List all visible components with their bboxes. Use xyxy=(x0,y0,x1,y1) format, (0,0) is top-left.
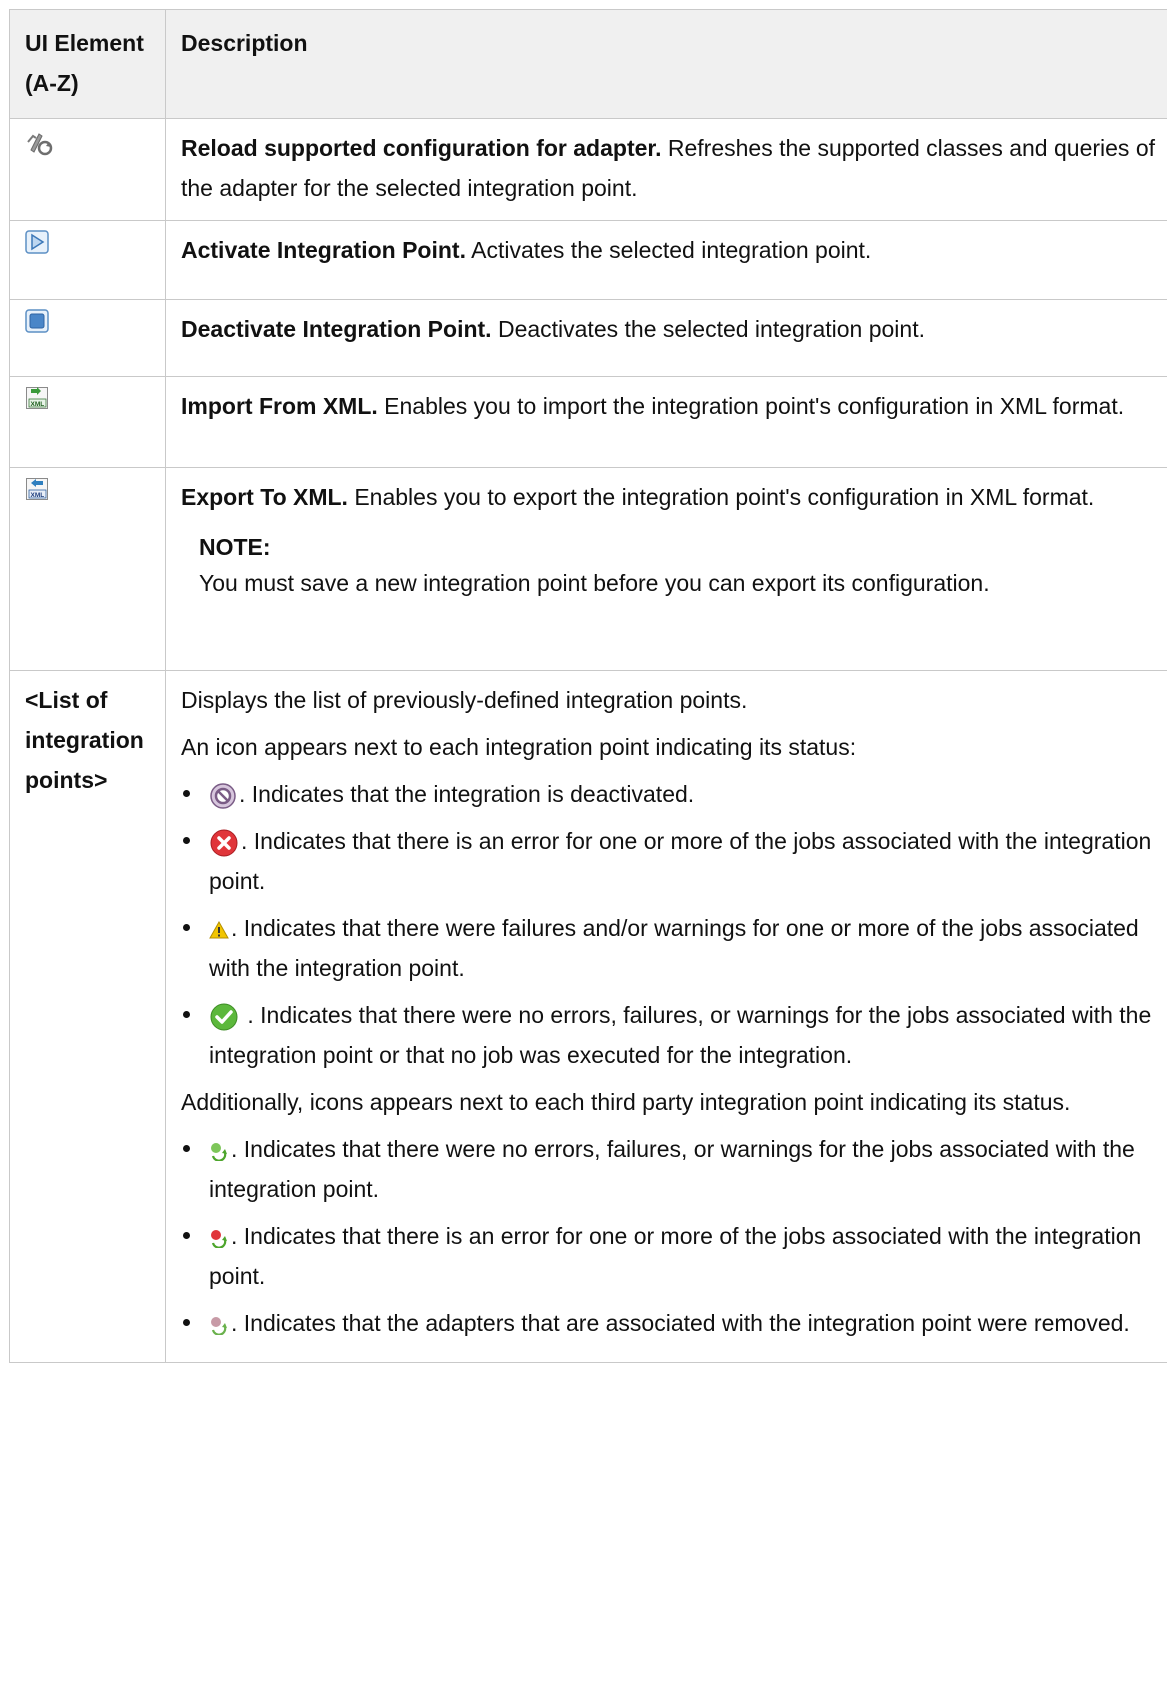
import-xml-icon: XML xyxy=(26,387,48,409)
bullet xyxy=(183,1145,190,1152)
table-row: Activate Integration Point. Activates th… xyxy=(9,220,1167,300)
row-title: Deactivate Integration Point. xyxy=(181,316,492,342)
list-item: . Indicates that there is an error for o… xyxy=(181,1216,1155,1296)
status-icons-intro: An icon appears next to each integration… xyxy=(181,734,857,760)
description-cell: Import From XML. Enables you to import t… xyxy=(165,376,1167,468)
reload-config-icon xyxy=(27,133,53,156)
status-text: . Indicates that there is an error for o… xyxy=(209,1223,1142,1289)
table-row: XML Export To XML. Enables you to export… xyxy=(9,467,1167,671)
icon-cell xyxy=(9,299,166,377)
bullet xyxy=(183,1011,190,1018)
warning-status-icon xyxy=(209,920,229,939)
table-row: Deactivate Integration Point. Deactivate… xyxy=(9,299,1167,377)
description-cell: Reload supported configuration for adapt… xyxy=(165,118,1167,221)
bullet xyxy=(183,1319,190,1326)
table-row: Reload supported configuration for adapt… xyxy=(9,118,1167,221)
list-label: <List of integration points> xyxy=(9,670,166,1363)
bullet xyxy=(183,924,190,931)
third-party-removed-icon xyxy=(211,1316,227,1335)
ui-elements-table: UI Element (A-Z) Description Reload supp… xyxy=(9,9,1167,1363)
icon-cell: XML xyxy=(9,467,166,671)
description-cell: Activate Integration Point. Activates th… xyxy=(165,220,1167,300)
third-party-status-list: . Indicates that there were no errors, f… xyxy=(181,1129,1155,1343)
note-text: You must save a new integration point be… xyxy=(199,570,990,596)
third-party-success-icon xyxy=(211,1142,227,1161)
table-header-row: UI Element (A-Z) Description xyxy=(9,9,1167,119)
description-cell: Displays the list of previously-defined … xyxy=(165,670,1167,1363)
status-text: . Indicates that there were no errors, f… xyxy=(209,1136,1135,1202)
row-text: Enables you to export the integration po… xyxy=(347,484,1095,510)
table-row: XML Import From XML. Enables you to impo… xyxy=(9,376,1167,468)
deactivate-stop-icon xyxy=(25,309,49,333)
description-cell: Deactivate Integration Point. Deactivate… xyxy=(165,299,1167,377)
list-intro: Displays the list of previously-defined … xyxy=(181,687,748,713)
list-item: . Indicates that there were no errors, f… xyxy=(181,1129,1155,1209)
row-title: Export To XML. xyxy=(181,484,348,510)
svg-text:XML: XML xyxy=(31,492,45,499)
status-text: . Indicates that the integration is deac… xyxy=(239,781,695,807)
row-text: Deactivates the selected integration poi… xyxy=(491,316,925,342)
deactivated-status-icon xyxy=(210,783,236,809)
bullet xyxy=(183,1232,190,1239)
status-text: . Indicates that there were no errors, f… xyxy=(209,1002,1152,1068)
third-party-intro: Additionally, icons appears next to each… xyxy=(181,1089,1071,1115)
bullet xyxy=(183,790,190,797)
note-title: NOTE: xyxy=(199,534,271,560)
row-title: Import From XML. xyxy=(181,393,378,419)
activate-play-icon xyxy=(25,230,49,254)
success-status-icon xyxy=(210,1003,238,1031)
status-text: . Indicates that the adapters that are a… xyxy=(231,1310,1130,1336)
icon-cell: XML xyxy=(9,376,166,468)
status-list: . Indicates that the integration is deac… xyxy=(181,774,1155,1075)
list-item: . Indicates that the adapters that are a… xyxy=(181,1303,1155,1343)
list-item: . Indicates that the integration is deac… xyxy=(181,774,1155,814)
header-ui-element: UI Element (A-Z) xyxy=(9,9,166,119)
status-text: . Indicates that there is an error for o… xyxy=(209,828,1152,894)
export-xml-icon: XML xyxy=(26,478,48,500)
svg-text:XML: XML xyxy=(31,401,45,408)
description-cell: Export To XML. Enables you to export the… xyxy=(165,467,1167,671)
row-text: Activates the selected integration point… xyxy=(465,237,872,263)
third-party-error-icon xyxy=(211,1229,227,1248)
row-text: Enables you to import the integration po… xyxy=(377,393,1125,419)
header-description: Description xyxy=(165,9,1167,119)
bullet xyxy=(183,837,190,844)
status-text: . Indicates that there were failures and… xyxy=(209,915,1139,981)
row-title: Reload supported configuration for adapt… xyxy=(181,135,662,161)
list-item: . Indicates that there were no errors, f… xyxy=(181,995,1155,1075)
table-row: <List of integration points> Displays th… xyxy=(9,670,1167,1363)
icon-cell xyxy=(9,118,166,221)
error-status-icon xyxy=(210,829,238,857)
note-box: NOTE: You must save a new integration po… xyxy=(199,529,1155,601)
row-title: Activate Integration Point. xyxy=(181,237,466,263)
list-item: . Indicates that there were failures and… xyxy=(181,908,1155,988)
icon-cell xyxy=(9,220,166,300)
list-item: . Indicates that there is an error for o… xyxy=(181,821,1155,901)
